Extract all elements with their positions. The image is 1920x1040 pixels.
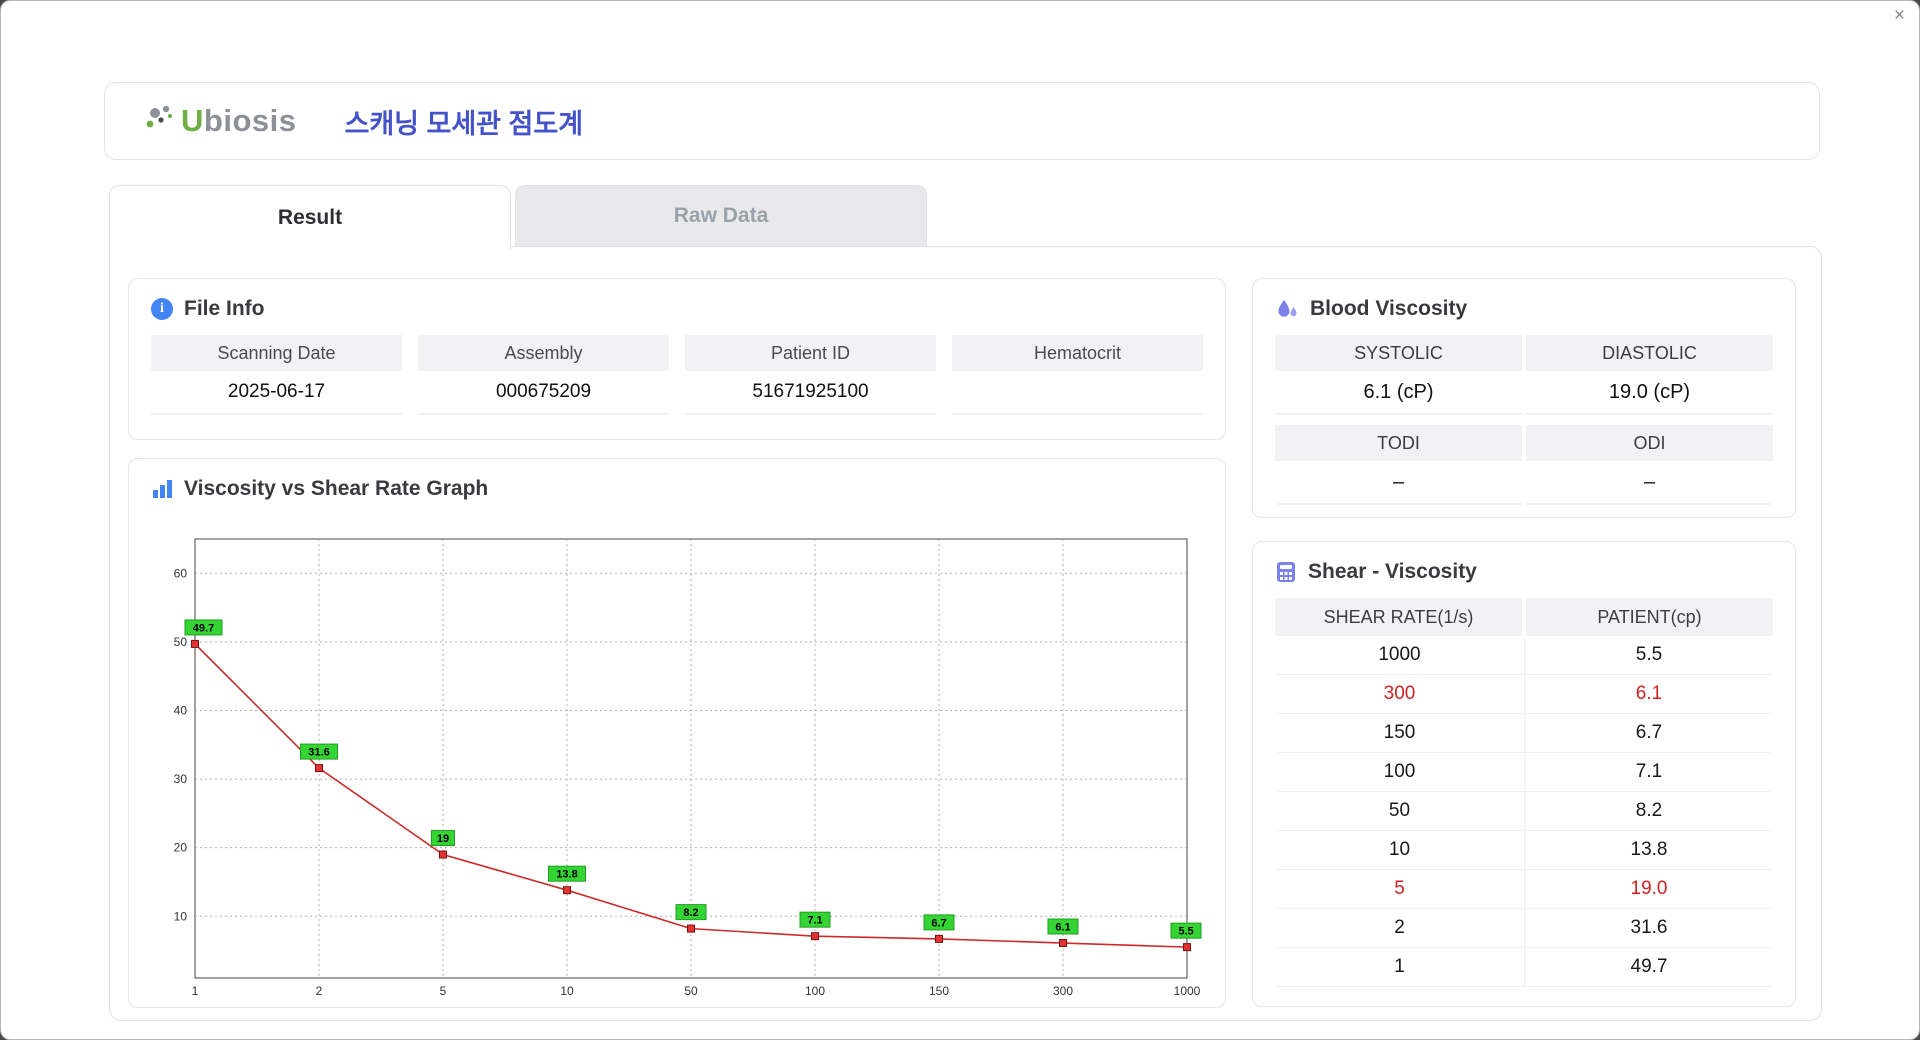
field-value: 51671925100 (685, 371, 936, 415)
close-icon[interactable]: × (1894, 5, 1905, 27)
field-label: Assembly (418, 335, 669, 371)
info-icon: i (151, 298, 173, 320)
graph-title: Viscosity vs Shear Rate Graph (129, 459, 1225, 515)
svg-text:5.5: 5.5 (1178, 926, 1193, 938)
systolic-value: 6.1 (cP) (1275, 371, 1522, 415)
tab-result[interactable]: Result (109, 185, 511, 249)
table-row: 1000 5.5 (1275, 636, 1773, 675)
svg-text:50: 50 (174, 635, 188, 649)
bar-chart-icon (153, 480, 172, 498)
logo-text: Ubiosis (181, 103, 297, 138)
file-info-title: i File Info (129, 279, 1225, 335)
svg-text:6.7: 6.7 (931, 917, 946, 929)
svg-text:2: 2 (316, 984, 323, 998)
tab-raw-data[interactable]: Raw Data (515, 185, 927, 246)
table-row: 5 19.0 (1275, 870, 1773, 909)
svg-text:20: 20 (174, 841, 188, 855)
file-info-card: i File Info Scanning Date 2025-06-17 Ass… (128, 278, 1226, 440)
viscosity-graph-card: Viscosity vs Shear Rate Graph 1 2 5 10 50 100… (128, 458, 1226, 1008)
field-hematocrit: Hematocrit (952, 335, 1203, 415)
table-row: 300 6.1 (1275, 675, 1773, 714)
shear-viscosity-title: Shear - Viscosity (1253, 542, 1795, 598)
odi-value: – (1526, 461, 1773, 505)
field-label: Patient ID (685, 335, 936, 371)
svg-text:31.6: 31.6 (308, 747, 329, 759)
shear-table-header: SHEAR RATE(1/s) PATIENT(cp) (1275, 598, 1773, 636)
svg-text:1000: 1000 (1174, 984, 1201, 998)
svg-text:1: 1 (192, 984, 199, 998)
svg-text:150: 150 (929, 984, 949, 998)
svg-text:19: 19 (437, 833, 449, 845)
shear-rate-cell: 300 (1383, 683, 1416, 704)
patient-cell: 31.6 (1524, 909, 1773, 947)
field-patient-id: Patient ID 51671925100 (685, 335, 936, 415)
svg-text:50: 50 (684, 984, 698, 998)
field-label: Scanning Date (151, 335, 402, 371)
patient-column-header: PATIENT(cp) (1526, 598, 1773, 636)
odi-label: ODI (1526, 425, 1773, 461)
shear-rate-cell: 1000 (1378, 644, 1421, 665)
patient-cell: 6.1 (1524, 675, 1773, 713)
table-row: 1 49.7 (1275, 948, 1773, 987)
svg-text:49.7: 49.7 (193, 622, 214, 634)
field-value (952, 371, 1203, 415)
patient-cell: 7.1 (1524, 753, 1773, 791)
systolic-label: SYSTOLIC (1275, 335, 1522, 371)
field-label: Hematocrit (952, 335, 1203, 371)
svg-text:13.8: 13.8 (556, 869, 577, 881)
shear-rate-cell: 100 (1383, 761, 1416, 782)
diastolic-value: 19.0 (cP) (1526, 371, 1773, 415)
logo-dots-icon (146, 105, 172, 128)
svg-text:7.1: 7.1 (807, 915, 822, 927)
todi-value: – (1275, 461, 1522, 505)
svg-text:6.1: 6.1 (1055, 922, 1070, 934)
app-window: × Ubiosis 스캐닝 모세관 점도계 Result Raw Data i … (0, 0, 1920, 1040)
svg-text:300: 300 (1053, 984, 1073, 998)
table-row: 50 8.2 (1275, 792, 1773, 831)
patient-cell: 6.7 (1524, 714, 1773, 752)
svg-text:10: 10 (560, 984, 574, 998)
shear-rate-cell: 1 (1394, 956, 1405, 977)
result-panel: i File Info Scanning Date 2025-06-17 Ass… (109, 246, 1822, 1021)
svg-text:8.2: 8.2 (683, 907, 698, 919)
todi-label: TODI (1275, 425, 1522, 461)
page-title: 스캐닝 모세관 점도계 (344, 108, 584, 139)
shear-rate-cell: 50 (1388, 800, 1411, 821)
patient-cell: 5.5 (1524, 636, 1773, 674)
viscosity-shear-chart: 1 2 5 10 50 100 150 300 1000 10 20 30 40 50 60 49.7 31.6… (174, 538, 1202, 998)
diastolic-label: DIASTOLIC (1526, 335, 1773, 371)
table-row: 10 13.8 (1275, 831, 1773, 870)
field-assembly: Assembly 000675209 (418, 335, 669, 415)
svg-text:60: 60 (174, 566, 188, 580)
table-row: 150 6.7 (1275, 714, 1773, 753)
patient-cell: 19.0 (1524, 870, 1773, 908)
patient-cell: 13.8 (1524, 831, 1773, 869)
table-row: 100 7.1 (1275, 753, 1773, 792)
patient-cell: 8.2 (1524, 792, 1773, 830)
svg-text:30: 30 (174, 772, 188, 786)
ubiosis-logo: Ubiosis (143, 103, 296, 139)
blood-viscosity-title: Blood Viscosity (1253, 279, 1795, 335)
svg-text:5: 5 (440, 984, 447, 998)
droplet-icon (1278, 300, 1297, 317)
blood-viscosity-card: Blood Viscosity SYSTOLIC DIASTOLIC 6.1 (… (1252, 278, 1796, 518)
shear-viscosity-card: Shear - Viscosity SHEAR RATE(1/s) PATIEN… (1252, 541, 1796, 1007)
svg-text:100: 100 (805, 984, 825, 998)
shear-rate-column-header: SHEAR RATE(1/s) (1275, 598, 1522, 636)
svg-text:40: 40 (174, 703, 188, 717)
shear-rate-cell: 2 (1394, 917, 1405, 938)
field-value: 000675209 (418, 371, 669, 415)
field-scanning-date: Scanning Date 2025-06-17 (151, 335, 402, 415)
calculator-icon (1277, 562, 1295, 582)
field-value: 2025-06-17 (151, 371, 402, 415)
shear-rate-cell: 150 (1383, 722, 1416, 743)
svg-text:10: 10 (174, 909, 188, 923)
header: Ubiosis 스캐닝 모세관 점도계 (104, 82, 1820, 160)
table-row: 2 31.6 (1275, 909, 1773, 948)
shear-rate-cell: 10 (1388, 839, 1411, 860)
shear-rate-cell: 5 (1394, 878, 1405, 899)
patient-cell: 49.7 (1524, 948, 1773, 986)
